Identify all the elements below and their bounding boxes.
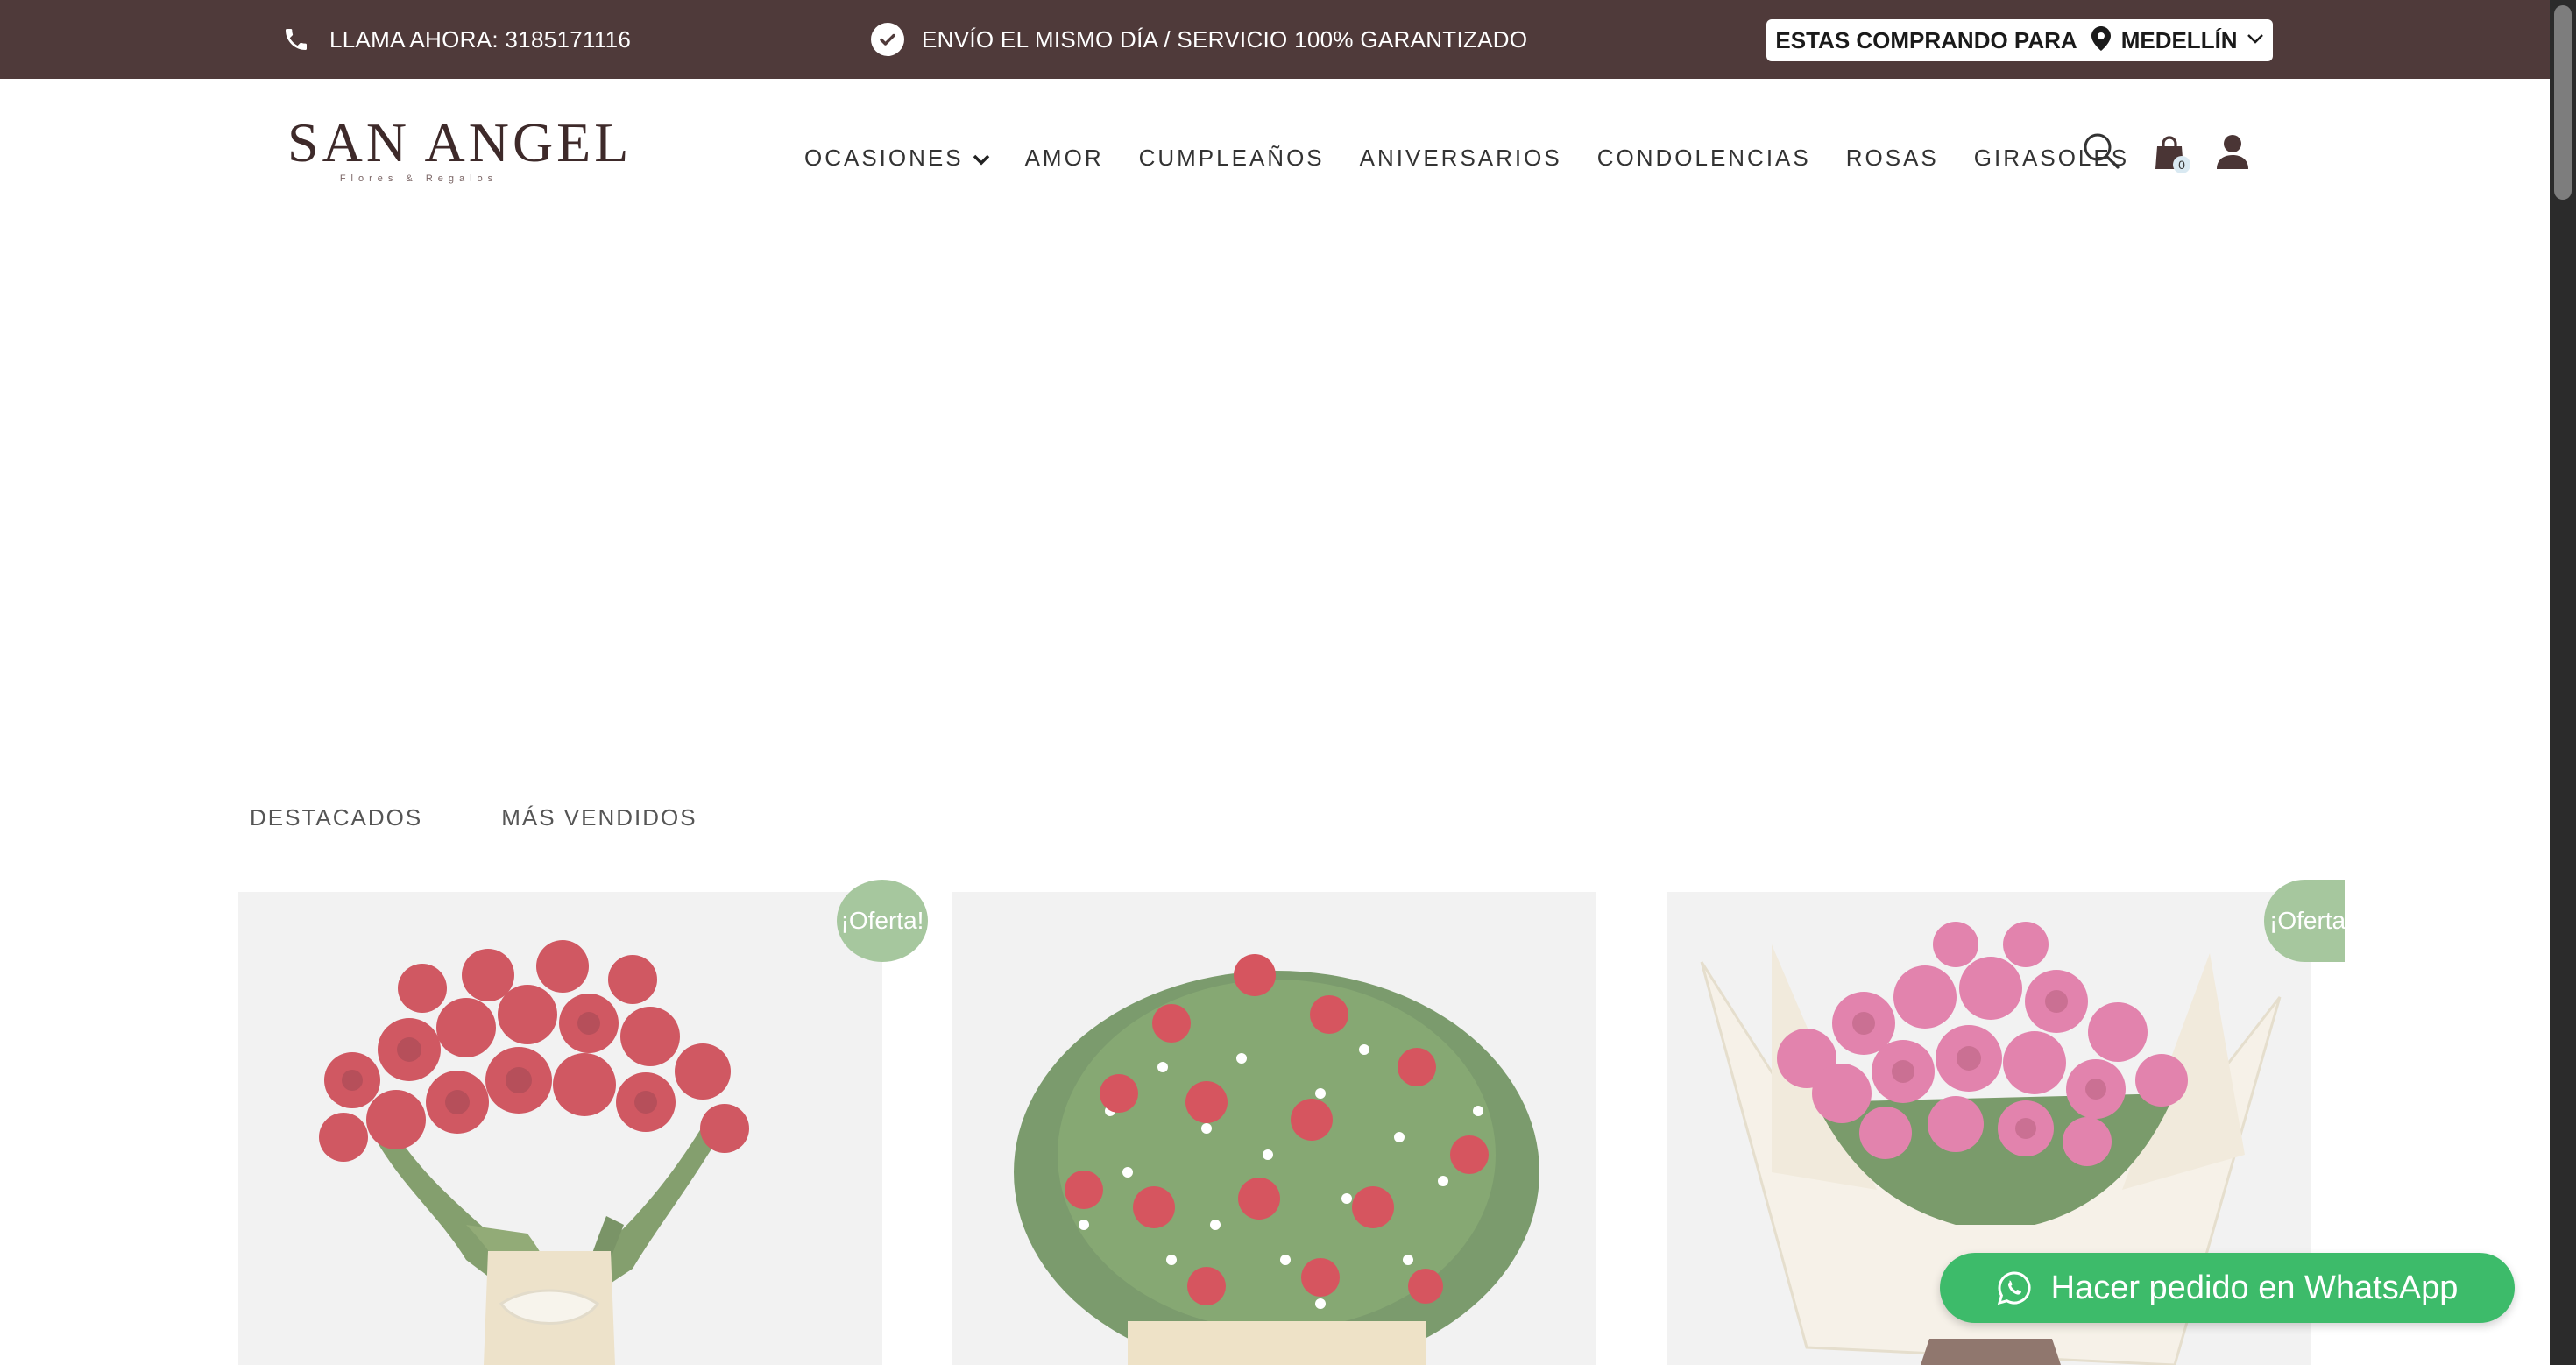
nav-item-cumpleanos[interactable]: CUMPLEAÑOS xyxy=(1139,145,1325,172)
product-card[interactable] xyxy=(952,892,1596,1365)
call-now[interactable]: LLAMA AHORA: 3185171116 xyxy=(282,0,631,79)
tab-mas-vendidos[interactable]: MÁS VENDIDOS xyxy=(501,804,697,831)
sale-badge: ¡Oferta! xyxy=(837,880,928,962)
sale-badge: ¡Oferta! xyxy=(2264,880,2345,962)
logo-subtitle: Flores & Regalos xyxy=(339,173,499,184)
nav-item-aniversarios[interactable]: ANIVERSARIOS xyxy=(1360,145,1562,172)
image-overlay xyxy=(952,892,1596,1365)
shipping-text: ENVÍO EL MISMO DÍA / SERVICIO 100% GARAN… xyxy=(922,25,1528,53)
nav-item-label: ANIVERSARIOS xyxy=(1359,144,1562,171)
account-button[interactable] xyxy=(2212,130,2254,173)
scrollbar-thumb[interactable] xyxy=(2554,5,2572,200)
chevron-down-icon xyxy=(973,145,990,172)
logo-title: SAN ANGEL xyxy=(287,111,633,173)
tab-destacados[interactable]: DESTACADOS xyxy=(250,804,422,831)
nav-item-label: AMOR xyxy=(1024,144,1104,171)
nav-item-amor[interactable]: AMOR xyxy=(1025,145,1104,172)
whatsapp-icon xyxy=(1997,1271,2031,1305)
image-overlay xyxy=(238,892,882,1365)
page-scrollbar[interactable] xyxy=(2550,0,2576,1365)
cart-button[interactable]: 0 xyxy=(2150,131,2190,175)
whatsapp-button-label: Hacer pedido en WhatsApp xyxy=(2050,1269,2459,1306)
user-icon xyxy=(2217,135,2248,169)
phone-text: LLAMA AHORA: 3185171116 xyxy=(329,25,632,53)
nav-item-label: CUMPLEAÑOS xyxy=(1138,144,1325,171)
city-selector-value: MEDELLÍN xyxy=(2120,26,2238,53)
product-card[interactable] xyxy=(238,892,882,1365)
shipping-notice: ENVÍO EL MISMO DÍA / SERVICIO 100% GARAN… xyxy=(871,0,1527,79)
location-pin-icon xyxy=(2091,25,2111,55)
top-bar: LLAMA AHORA: 3185171116 ENVÍO EL MISMO D… xyxy=(0,0,2550,79)
phone-icon xyxy=(286,29,307,50)
nav-item-label: CONDOLENCIAS xyxy=(1596,144,1811,171)
nav-item-condolencias[interactable]: CONDOLENCIAS xyxy=(1597,145,1811,172)
nav-item-rosas[interactable]: ROSAS xyxy=(1846,145,1939,172)
chevron-down-icon xyxy=(2247,32,2264,49)
site-logo[interactable]: SAN ANGEL Flores & Regalos xyxy=(287,111,633,194)
whatsapp-order-button[interactable]: Hacer pedido en WhatsApp xyxy=(1940,1253,2515,1323)
check-circle-icon xyxy=(871,23,904,56)
product-tabs: DESTACADOS MÁS VENDIDOS xyxy=(250,804,776,831)
main-nav: OCASIONES AMOR CUMPLEAÑOS ANIVERSARIOS C… xyxy=(804,138,2164,177)
search-icon xyxy=(2084,133,2120,169)
search-button[interactable] xyxy=(2080,130,2122,172)
city-selector[interactable]: ESTAS COMPRANDO PARA MEDELLÍN xyxy=(1766,19,2273,61)
cart-count-badge: 0 xyxy=(2173,156,2190,173)
city-selector-label: ESTAS COMPRANDO PARA xyxy=(1775,26,2077,53)
nav-item-label: OCASIONES xyxy=(804,144,964,171)
nav-item-ocasiones[interactable]: OCASIONES xyxy=(804,145,990,172)
nav-item-label: ROSAS xyxy=(1845,144,1939,171)
